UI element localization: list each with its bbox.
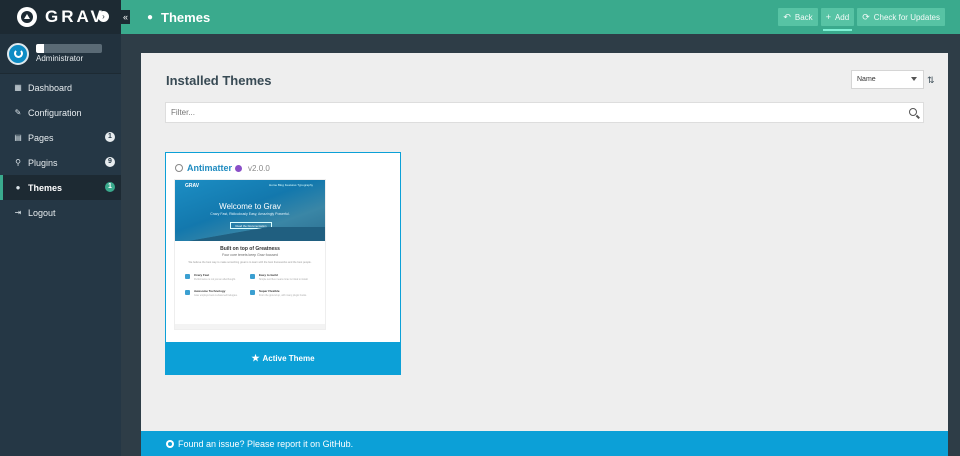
preview-feature-title: Easy to build: [259, 272, 278, 277]
main-content: Installed Themes Name ⇅ Antimatter v2.0.…: [141, 53, 948, 431]
section-title: Installed Themes: [166, 73, 272, 88]
sidebar-item-themes[interactable]: ● Themes 1: [0, 175, 121, 200]
preview-subheading: Four core tenets keep Grav focused: [222, 253, 278, 257]
preview-menu: Home Blog Features Typography: [269, 183, 313, 187]
theme-status-icon: [175, 164, 183, 172]
footer-report-link[interactable]: Found an issue? Please report it on GitH…: [178, 439, 353, 449]
count-badge: 1: [105, 132, 115, 142]
preview-feature-text: Grav employs best-in-class technologies.: [194, 293, 238, 297]
check-updates-label: Check for Updates: [873, 12, 940, 22]
cloud-icon: [185, 289, 190, 295]
sidebar-item-label: Configuration: [28, 107, 82, 118]
sidebar-item-label: Dashboard: [28, 82, 73, 93]
preview-feature: Crazy Fast Performance is not just an aft…: [185, 273, 250, 281]
preview-brand: GRAV: [185, 183, 200, 189]
chevron-down-icon: [911, 77, 917, 81]
tint-icon: ●: [147, 11, 154, 23]
preview-heading: Built on top of Greatness: [220, 246, 280, 252]
sort-order-icon[interactable]: ⇅: [927, 75, 935, 86]
sidebar-nav: ▦ Dashboard ✎ Configuration ▤ Pages 1 ⚲ …: [0, 75, 121, 225]
wrench-icon: ✎: [14, 108, 22, 117]
sidebar-item-label: Plugins: [28, 157, 58, 168]
sign-out-icon: ⇥: [14, 208, 22, 217]
user-name: A: [36, 43, 102, 53]
theme-card[interactable]: Antimatter v2.0.0 GRAV Home Blog Feature…: [165, 152, 401, 375]
theme-version: v2.0.0: [248, 163, 270, 173]
rocket-icon: [185, 273, 190, 279]
plug-icon: ⚲: [15, 158, 21, 167]
puzzle-icon: [250, 289, 255, 295]
preview-feature-text: From the ground up, with many plugin hoo…: [259, 293, 307, 297]
theme-screenshot[interactable]: GRAV Home Blog Features Typography Welco…: [174, 179, 326, 330]
preview-mountains: [175, 227, 325, 241]
active-theme-button[interactable]: ★ Active Theme: [165, 342, 401, 375]
theme-card-header: Antimatter v2.0.0: [175, 163, 270, 173]
preview-feature: Easy to build Simple text files means Gra…: [250, 273, 315, 281]
file-icon: [250, 273, 255, 279]
preview-feature: Super Flexible From the ground up, with m…: [250, 289, 315, 297]
collapse-sidebar-button[interactable]: «: [121, 10, 130, 24]
verified-icon: [235, 164, 243, 172]
sidebar-item-logout[interactable]: ⇥ Logout: [0, 200, 121, 225]
toolbar: ↶ Back + Add ⟳ Check for Updates: [778, 8, 945, 31]
preview-hero-subtitle: Crazy Fast, Ridiculously Easy, Amazingly…: [210, 212, 290, 216]
filter-field[interactable]: [165, 102, 924, 123]
search-icon: [909, 108, 917, 116]
menu-toggle-icon[interactable]: ›: [98, 11, 109, 22]
preview-features: Crazy Fast Performance is not just an aft…: [185, 273, 315, 297]
sidebar-item-dashboard[interactable]: ▦ Dashboard: [0, 75, 121, 100]
sidebar-item-pages[interactable]: ▤ Pages 1: [0, 125, 121, 150]
preview-feature: Awesome Technology Grav employs best-in-c…: [185, 289, 250, 297]
preview-feature-title: Super Flexible: [259, 288, 280, 293]
user-info: A Administrator: [36, 43, 102, 64]
active-theme-label: Active Theme: [262, 354, 315, 363]
sidebar-item-configuration[interactable]: ✎ Configuration: [0, 100, 121, 125]
sort-select[interactable]: Name: [851, 70, 924, 89]
user-role: Administrator: [36, 53, 84, 63]
theme-name[interactable]: Antimatter: [187, 163, 232, 173]
add-button-label: Add: [834, 12, 850, 22]
power-icon: [13, 49, 23, 58]
preview-hero-title: Welcome to Grav: [219, 202, 281, 211]
topbar: ● Themes ↶ Back + Add ⟳ Check for Update…: [121, 0, 960, 34]
sidebar: GRAV › A Administrator ▦ Dashboard ✎ Con…: [0, 0, 121, 456]
preview-feature-title: Awesome Technology: [194, 288, 226, 293]
footer-bar: Found an issue? Please report it on GitH…: [141, 431, 948, 456]
back-button-label: Back: [794, 12, 813, 22]
sidebar-item-label: Themes: [28, 182, 63, 193]
tint-icon: ●: [15, 183, 21, 192]
star-icon: ★: [251, 353, 260, 363]
sidebar-item-label: Logout: [28, 207, 56, 218]
sort-select-value: Name: [857, 76, 876, 83]
reply-icon: ↶: [783, 11, 791, 22]
add-button[interactable]: + Add: [820, 8, 855, 31]
check-updates-button[interactable]: ⟳ Check for Updates: [857, 8, 945, 26]
page-title: ● Themes: [147, 10, 210, 25]
preview-feature-title: Crazy Fast: [194, 272, 210, 277]
plus-icon: +: [825, 12, 831, 22]
avatar[interactable]: [7, 42, 29, 65]
preview-feature-text: Performance is not just an afterthought.: [194, 277, 236, 281]
grav-logo-icon[interactable]: [17, 7, 37, 27]
count-badge: 9: [105, 157, 115, 167]
brand: GRAV ›: [0, 0, 121, 34]
filter-input[interactable]: [171, 108, 871, 117]
preview-feature-text: Simple text files means Grav is trivial …: [259, 277, 309, 281]
th-icon: ▦: [14, 83, 22, 92]
user-profile[interactable]: A Administrator: [0, 34, 121, 74]
preview-text: We believe the best way to make somethin…: [188, 261, 312, 264]
refresh-icon: ⟳: [862, 11, 870, 22]
count-badge: 1: [105, 182, 115, 192]
preview-hero: GRAV Home Blog Features Typography Welco…: [175, 180, 325, 241]
sidebar-item-plugins[interactable]: ⚲ Plugins 9: [0, 150, 121, 175]
brand-name[interactable]: GRAV: [45, 7, 105, 27]
back-button[interactable]: ↶ Back: [778, 8, 818, 26]
sidebar-item-label: Pages: [28, 132, 54, 143]
file-icon: ▤: [14, 133, 22, 142]
page-title-text: Themes: [161, 9, 211, 25]
github-icon: [166, 439, 174, 448]
preview-footer: [175, 324, 325, 329]
